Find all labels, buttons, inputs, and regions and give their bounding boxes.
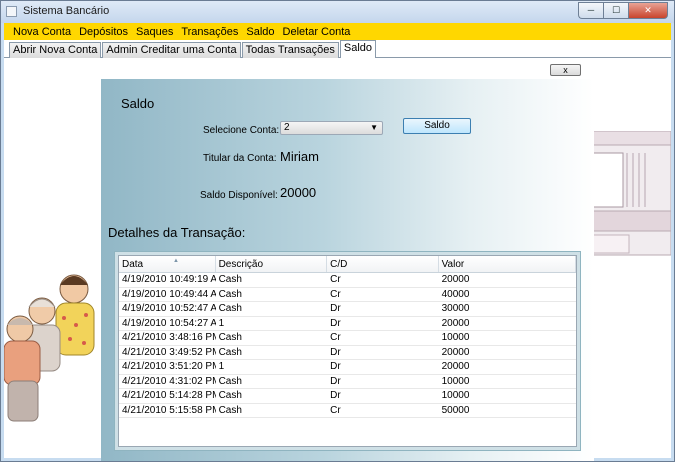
cell-descricao: 1	[218, 317, 225, 329]
menu-depositos[interactable]: Depósitos	[75, 26, 132, 38]
cell-cd: Cr	[330, 404, 341, 416]
menu-saques[interactable]: Saques	[132, 26, 177, 38]
cell-descricao: Cash	[218, 303, 242, 314]
table-row[interactable]: 4/19/2010 10:49:44 AM Cash Cr 40000	[119, 288, 576, 302]
table-row[interactable]: 4/21/2010 4:31:02 PM Cash Dr 10000	[119, 375, 576, 389]
cell-cd: Dr	[330, 390, 341, 401]
table-row[interactable]: 4/21/2010 3:51:20 PM 1 Dr 20000	[119, 360, 576, 375]
cell-data: 4/21/2010 3:49:52 PM	[122, 346, 216, 358]
chevron-down-icon: ▼	[370, 123, 378, 132]
close-button[interactable]: ✕	[628, 2, 668, 19]
app-window: Sistema Bancário ─ ☐ ✕ Nova Conta Depósi…	[0, 0, 675, 462]
table-row[interactable]: 4/21/2010 5:14:28 PM Cash Dr 10000	[119, 389, 576, 404]
transactions-grid[interactable]: Data ▲ Descrição C/D Valor 4/19/2010 10:…	[118, 255, 577, 447]
available-balance-value: 20000	[280, 185, 317, 200]
window-title: Sistema Bancário	[23, 5, 110, 17]
cell-data: 4/21/2010 3:51:20 PM	[122, 361, 216, 372]
cell-cd: Cr	[330, 274, 341, 285]
cell-cd: Dr	[330, 317, 341, 329]
tab-strip: Abrir Nova Conta Admin Creditar uma Cont…	[9, 40, 377, 58]
tab-admin-creditar[interactable]: Admin Creditar uma Conta	[102, 42, 241, 58]
cell-descricao: Cash	[218, 288, 242, 300]
menu-nova-conta[interactable]: Nova Conta	[9, 26, 75, 38]
menu-saldo[interactable]: Saldo	[242, 26, 278, 38]
cell-valor: 10000	[441, 390, 470, 401]
grid-body: 4/19/2010 10:49:19 AM Cash Cr 20000 4/19/201…	[119, 273, 576, 418]
tab-todas-transacoes[interactable]: Todas Transações	[241, 42, 339, 58]
cell-descricao: Cash	[218, 375, 242, 387]
cell-valor: 20000	[441, 346, 470, 358]
menu-bar: Nova Conta Depósitos Saques Transações S…	[4, 23, 671, 40]
title-bar[interactable]: Sistema Bancário ─ ☐ ✕	[1, 1, 674, 23]
cell-cd: Dr	[330, 303, 341, 314]
saldo-button[interactable]: Saldo	[403, 118, 471, 134]
grid-header: Data ▲ Descrição C/D Valor	[119, 256, 576, 273]
column-header-data[interactable]: Data ▲	[119, 256, 216, 272]
cell-data: 4/19/2010 10:49:19 AM	[122, 274, 216, 285]
select-account-label: Selecione Conta:	[203, 125, 280, 136]
account-holder-label: Titular da Conta:	[203, 153, 277, 164]
column-header-valor[interactable]: Valor	[439, 256, 576, 272]
menu-transacoes[interactable]: Transações	[177, 26, 242, 38]
cell-descricao: Cash	[218, 390, 242, 401]
cell-data: 4/19/2010 10:54:27 AM	[122, 317, 216, 329]
cell-valor: 20000	[441, 274, 470, 285]
table-row[interactable]: 4/21/2010 5:15:58 PM Cash Cr 50000	[119, 404, 576, 418]
cell-cd: Cr	[330, 288, 341, 300]
app-icon	[6, 6, 17, 17]
cell-descricao: Cash	[218, 404, 242, 416]
table-row[interactable]: 4/21/2010 3:49:52 PM Cash Dr 20000	[119, 346, 576, 360]
table-row[interactable]: 4/19/2010 10:52:47 AM Cash Dr 30000	[119, 302, 576, 317]
table-row[interactable]: 4/19/2010 10:49:19 AM Cash Cr 20000	[119, 273, 576, 288]
cell-descricao: Cash	[218, 274, 242, 285]
cell-data: 4/21/2010 5:14:28 PM	[122, 390, 216, 401]
cell-descricao: 1	[218, 361, 225, 372]
cell-data: 4/19/2010 10:49:44 AM	[122, 288, 216, 300]
account-holder-value: Miriam	[280, 149, 319, 164]
people-illustration	[4, 274, 95, 422]
client-area: Nova Conta Depósitos Saques Transações S…	[4, 23, 671, 461]
cell-valor: 10000	[441, 332, 470, 343]
sort-ascending-icon: ▲	[173, 258, 179, 264]
tab-saldo[interactable]: Saldo	[339, 40, 377, 58]
cell-cd: Cr	[330, 332, 341, 343]
window-controls: ─ ☐ ✕	[578, 2, 668, 19]
account-select[interactable]: 2 ▼	[280, 121, 383, 135]
table-row[interactable]: 4/21/2010 3:48:16 PM Cash Cr 10000	[119, 331, 576, 346]
cell-valor: 10000	[441, 375, 470, 387]
available-balance-label: Saldo Disponível:	[200, 190, 278, 201]
menu-deletar-conta[interactable]: Deletar Conta	[279, 26, 355, 38]
tab-abrir-nova-conta[interactable]: Abrir Nova Conta	[9, 42, 102, 58]
column-header-cd[interactable]: C/D	[327, 256, 439, 272]
cell-data: 4/21/2010 4:31:02 PM	[122, 375, 216, 387]
cell-data: 4/21/2010 3:48:16 PM	[122, 332, 216, 343]
column-header-data-label: Data	[122, 259, 144, 270]
cell-cd: Dr	[330, 375, 341, 387]
cell-data: 4/21/2010 5:15:58 PM	[122, 404, 216, 416]
cell-valor: 20000	[441, 317, 470, 329]
saldo-panel: Saldo Selecione Conta: 2 ▼ Saldo Titular…	[101, 79, 594, 461]
transaction-details-title: Detalhes da Transação:	[108, 225, 246, 240]
cell-cd: Dr	[330, 361, 341, 372]
close-panel-button[interactable]: x	[550, 64, 581, 76]
cell-valor: 40000	[441, 288, 470, 300]
column-header-descricao[interactable]: Descrição	[216, 256, 328, 272]
table-row[interactable]: 4/19/2010 10:54:27 AM 1 Dr 20000	[119, 317, 576, 331]
cell-valor: 20000	[441, 361, 470, 372]
minimize-button[interactable]: ─	[578, 2, 603, 19]
maximize-button[interactable]: ☐	[603, 2, 628, 19]
cell-descricao: Cash	[218, 332, 242, 343]
cell-valor: 50000	[441, 404, 470, 416]
cell-descricao: Cash	[218, 346, 242, 358]
transactions-grid-frame: Data ▲ Descrição C/D Valor 4/19/2010 10:…	[114, 251, 581, 451]
panel-title: Saldo	[121, 96, 155, 111]
account-select-value: 2	[284, 122, 290, 133]
cell-data: 4/19/2010 10:52:47 AM	[122, 303, 216, 314]
cell-valor: 30000	[441, 303, 470, 314]
cell-cd: Dr	[330, 346, 341, 358]
